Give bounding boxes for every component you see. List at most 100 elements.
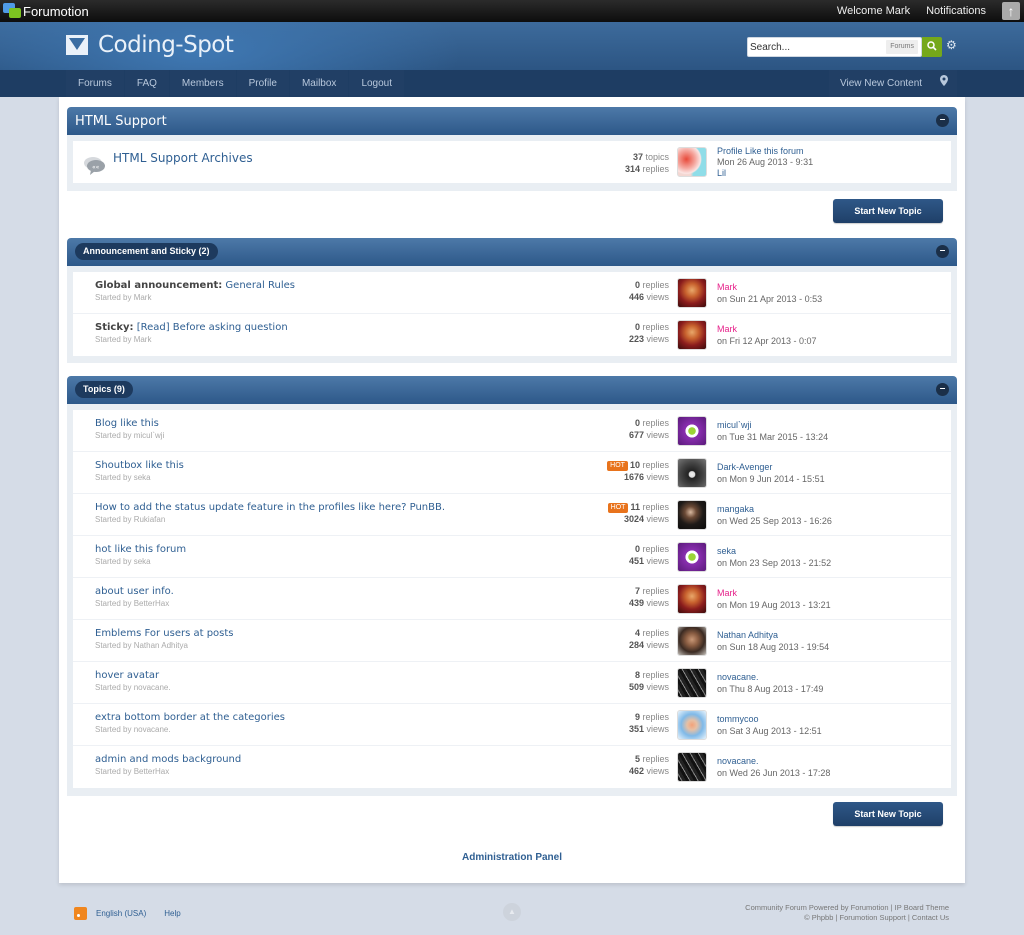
collapse-icon[interactable]: – bbox=[936, 245, 949, 258]
administration-panel-link[interactable]: Administration Panel bbox=[59, 852, 965, 863]
topic-link[interactable]: [Read] Before asking question bbox=[137, 322, 288, 333]
search-settings-gear-icon[interactable]: ⚙ bbox=[946, 39, 957, 51]
views-label: views bbox=[646, 472, 669, 482]
view-new-content-link[interactable]: View New Content bbox=[829, 70, 934, 97]
views-label: views bbox=[646, 514, 669, 524]
topic-link[interactable]: General Rules bbox=[225, 280, 295, 291]
scroll-to-top-icon[interactable]: ▲ bbox=[503, 903, 521, 921]
forumotion-brand[interactable]: Forumotion bbox=[3, 3, 89, 19]
search-button[interactable] bbox=[922, 37, 942, 57]
topic-title: Shoutbox like this bbox=[95, 460, 184, 471]
topic-stats: HOT 10 replies 1676 views bbox=[607, 459, 669, 483]
collapse-icon[interactable]: – bbox=[936, 114, 949, 127]
category-title: Announcement and Sticky (2) bbox=[75, 243, 218, 260]
avatar[interactable] bbox=[677, 416, 707, 446]
last-post-user-link[interactable]: Mark bbox=[717, 282, 737, 292]
credits-line-2[interactable]: © Phpbb | Forumotion Support | Contact U… bbox=[745, 913, 949, 923]
forum-stats: 37 topics 314 replies bbox=[625, 151, 669, 175]
toolbar-toggle-arrow-icon[interactable]: ↑ bbox=[1002, 2, 1020, 20]
start-new-topic-button[interactable]: Start New Topic bbox=[833, 199, 943, 223]
avatar[interactable] bbox=[677, 147, 707, 177]
language-link[interactable]: English (USA) bbox=[96, 909, 146, 918]
last-post-user-link[interactable]: mangaka bbox=[717, 504, 754, 514]
topic-title: hover avatar bbox=[95, 670, 159, 681]
last-post-user-link[interactable]: Lil bbox=[717, 168, 726, 178]
nav-tab-forums[interactable]: Forums bbox=[66, 70, 124, 97]
topic-link[interactable]: hot like this forum bbox=[95, 544, 186, 555]
topic-link[interactable]: extra bottom border at the categories bbox=[95, 712, 285, 723]
last-post-user-link[interactable]: seka bbox=[717, 546, 736, 556]
last-post-title-link[interactable]: Profile Like this forum bbox=[717, 146, 804, 156]
topic-row: Blog like this Started by micul`wji 0 repl… bbox=[73, 410, 951, 452]
last-post-user-link[interactable]: novacane. bbox=[717, 672, 759, 682]
avatar[interactable] bbox=[677, 278, 707, 308]
avatar[interactable] bbox=[677, 626, 707, 656]
views-count: 1676 bbox=[623, 472, 644, 482]
topic-row: hot like this forum Started by seka 0 repl… bbox=[73, 536, 951, 578]
avatar[interactable] bbox=[677, 668, 707, 698]
avatar[interactable] bbox=[677, 710, 707, 740]
last-post-date: on Wed 26 Jun 2013 - 17:28 bbox=[717, 768, 831, 778]
last-post-date: on Tue 31 Mar 2015 - 13:24 bbox=[717, 432, 829, 442]
forumotion-toolbar: Forumotion Welcome Mark Notifications ↑ bbox=[0, 0, 1024, 22]
category-title: HTML Support bbox=[75, 114, 167, 129]
topic-row: Emblems For users at posts Started by Nat… bbox=[73, 620, 951, 662]
collapse-icon[interactable]: – bbox=[936, 383, 949, 396]
forum-topics-count: 37 bbox=[632, 152, 643, 162]
replies-label: replies bbox=[642, 586, 669, 596]
last-post-user-link[interactable]: Dark-Avenger bbox=[717, 462, 772, 472]
replies-label: replies bbox=[642, 460, 669, 470]
last-post-user-link[interactable]: tommycoo bbox=[717, 714, 759, 724]
site-logo[interactable]: Coding-Spot bbox=[66, 32, 234, 58]
topic-link[interactable]: How to add the status update feature in … bbox=[95, 502, 445, 513]
topic-row: Global announcement: General Rules Starte… bbox=[73, 272, 951, 314]
map-pin-icon[interactable] bbox=[931, 70, 957, 97]
avatar[interactable] bbox=[677, 458, 707, 488]
last-post-date: on Wed 25 Sep 2013 - 16:26 bbox=[717, 516, 832, 526]
views-count: 439 bbox=[628, 598, 644, 608]
last-post-user-link[interactable]: micul`wji bbox=[717, 420, 752, 430]
last-post-user-link[interactable]: novacane. bbox=[717, 756, 759, 766]
start-new-topic-button-bottom[interactable]: Start New Topic bbox=[833, 802, 943, 826]
last-post-user-link[interactable]: Nathan Adhitya bbox=[717, 630, 778, 640]
rss-feed-icon[interactable] bbox=[74, 907, 87, 920]
avatar[interactable] bbox=[677, 752, 707, 782]
topics-label: topics bbox=[645, 152, 669, 162]
replies-count: 0 bbox=[634, 544, 640, 554]
topic-link[interactable]: Emblems For users at posts bbox=[95, 628, 234, 639]
replies-label: replies bbox=[642, 322, 669, 332]
replies-count: 8 bbox=[634, 670, 640, 680]
notifications-link[interactable]: Notifications bbox=[926, 5, 986, 17]
nav-tab-faq[interactable]: FAQ bbox=[124, 70, 169, 97]
replies-label: replies bbox=[642, 670, 669, 680]
avatar[interactable] bbox=[677, 320, 707, 350]
topic-link[interactable]: Shoutbox like this bbox=[95, 460, 184, 471]
topic-link[interactable]: admin and mods background bbox=[95, 754, 241, 765]
replies-count: 10 bbox=[629, 460, 640, 470]
avatar[interactable] bbox=[677, 542, 707, 572]
nav-tab-logout[interactable]: Logout bbox=[349, 70, 405, 97]
avatar[interactable] bbox=[677, 500, 707, 530]
credits-line-1[interactable]: Community Forum Powered by Forumotion | … bbox=[745, 903, 949, 913]
avatar[interactable] bbox=[677, 584, 707, 614]
topic-link[interactable]: hover avatar bbox=[95, 670, 159, 681]
nav-tab-mailbox[interactable]: Mailbox bbox=[289, 70, 349, 97]
search-scope-select[interactable]: Forums bbox=[886, 40, 918, 54]
last-post-user-link[interactable]: Mark bbox=[717, 588, 737, 598]
nav-tab-members[interactable]: Members bbox=[169, 70, 236, 97]
topic-link[interactable]: Blog like this bbox=[95, 418, 159, 429]
search-input[interactable] bbox=[750, 40, 880, 54]
topic-link[interactable]: about user info. bbox=[95, 586, 174, 597]
last-post-date: on Sun 21 Apr 2013 - 0:53 bbox=[717, 294, 823, 304]
views-label: views bbox=[646, 682, 669, 692]
topic-title: extra bottom border at the categories bbox=[95, 712, 285, 723]
views-label: views bbox=[646, 766, 669, 776]
help-link[interactable]: Help bbox=[164, 909, 180, 918]
last-post-user-link[interactable]: Mark bbox=[717, 324, 737, 334]
topic-starter: Started by Mark bbox=[95, 335, 152, 344]
nav-tab-profile[interactable]: Profile bbox=[236, 70, 289, 97]
forum-link[interactable]: HTML Support Archives bbox=[113, 151, 253, 165]
last-post-date: on Mon 23 Sep 2013 - 21:52 bbox=[717, 558, 832, 568]
welcome-link[interactable]: Welcome Mark bbox=[837, 5, 910, 17]
views-count: 509 bbox=[628, 682, 644, 692]
